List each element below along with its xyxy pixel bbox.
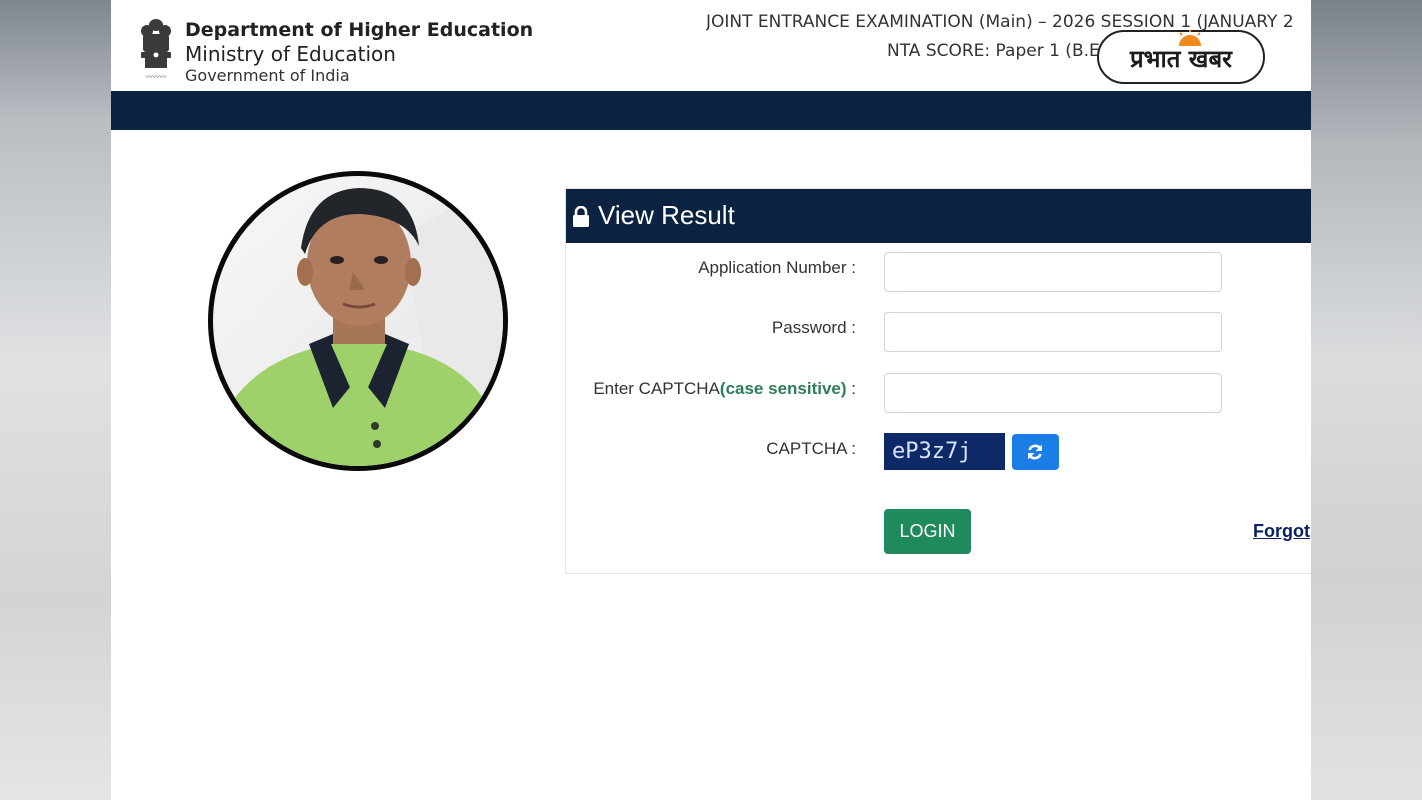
panel-title: View Result xyxy=(598,200,735,230)
department-name: Department of Higher Education xyxy=(185,19,534,41)
case-sensitive-note: (case sensitive) xyxy=(719,379,847,398)
panel-header: View Result xyxy=(566,189,1311,243)
watermark-logo-text: प्रभात खबर xyxy=(1130,45,1232,73)
captcha-image: eP3z7j xyxy=(884,433,1005,470)
result-page: 〰〰〰 Department of Higher Education Minis… xyxy=(111,0,1311,800)
password-input[interactable] xyxy=(884,312,1222,352)
nav-bar xyxy=(111,91,1311,130)
view-result-panel: View Result Application Number : Passwor… xyxy=(565,188,1311,574)
svg-text:〰〰〰: 〰〰〰 xyxy=(146,73,167,81)
captcha-input[interactable] xyxy=(884,373,1222,413)
application-number-input[interactable] xyxy=(884,252,1222,292)
forgot-password-link[interactable]: Forgot xyxy=(1253,521,1310,542)
blurred-background-left xyxy=(0,0,111,800)
candidate-photo xyxy=(208,171,508,471)
department-block: Department of Higher Education Ministry … xyxy=(185,18,533,86)
login-button[interactable]: LOGIN xyxy=(884,509,971,554)
ministry-name: Ministry of Education xyxy=(185,42,396,66)
national-emblem-icon: 〰〰〰 xyxy=(141,19,171,81)
captcha-entry-label-text: Enter CAPTCHA xyxy=(593,379,720,398)
captcha-entry-label: Enter CAPTCHA(case sensitive) : xyxy=(593,379,856,399)
lock-icon xyxy=(573,206,589,227)
candidate-photo-illustration xyxy=(218,176,503,466)
watermark-logo: प्रभात खबर xyxy=(1097,30,1265,84)
password-label: Password : xyxy=(771,318,856,337)
refresh-captcha-button[interactable] xyxy=(1012,434,1059,470)
captcha-label: CAPTCHA : xyxy=(766,439,856,458)
refresh-icon xyxy=(1028,444,1042,460)
score-title: NTA SCORE: Paper 1 (B.E xyxy=(887,41,1100,61)
site-header: 〰〰〰 Department of Higher Education Minis… xyxy=(111,0,1311,91)
government-name: Government of India xyxy=(185,66,350,85)
captcha-entry-label-suffix: : xyxy=(846,379,856,398)
blurred-background-right xyxy=(1311,0,1422,800)
application-number-label: Application Number : xyxy=(698,258,856,277)
